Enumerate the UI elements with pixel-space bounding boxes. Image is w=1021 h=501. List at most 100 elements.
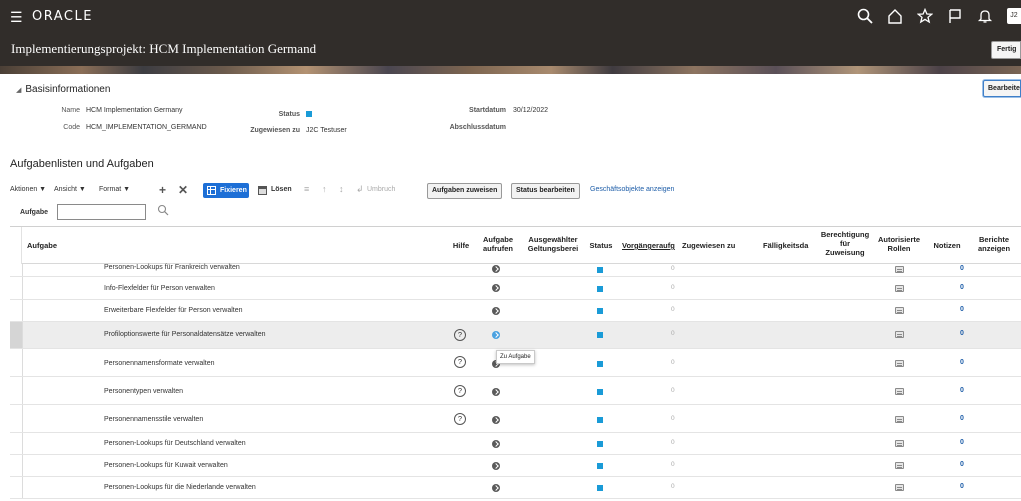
edit-status-button[interactable]: Status bearbeiten xyxy=(511,183,580,199)
notes-count[interactable]: 0 xyxy=(960,415,964,422)
go-to-task-icon[interactable] xyxy=(492,484,500,492)
col-predecessor[interactable]: Vorgängeraufg xyxy=(622,241,680,250)
table-row[interactable]: Personen-Lookups für Deutschland verwalt… xyxy=(10,433,1021,455)
user-avatar[interactable]: J2 xyxy=(1007,8,1021,24)
col-roles[interactable]: Autorisierte Rollen xyxy=(872,235,926,253)
bell-icon[interactable] xyxy=(977,8,993,24)
help-icon[interactable]: ? xyxy=(454,385,466,397)
detach-button[interactable]: Lösen xyxy=(271,186,292,193)
oracle-logo[interactable]: ORACLE xyxy=(32,9,93,24)
roles-icon[interactable] xyxy=(895,331,904,338)
notes-count[interactable]: 0 xyxy=(960,306,964,313)
task-name[interactable]: Personentypen verwalten xyxy=(104,388,183,395)
basic-info-heading[interactable]: ◢ Basisinformationen xyxy=(16,84,110,95)
roles-icon[interactable] xyxy=(895,360,904,367)
table-row[interactable]: Erweiterbare Flexfelder für Person verwa… xyxy=(10,300,1021,322)
go-to-task-icon[interactable] xyxy=(492,307,500,315)
collapse-triangle-icon[interactable]: ◢ xyxy=(16,87,21,94)
roles-icon[interactable] xyxy=(895,307,904,314)
task-name[interactable]: Info-Flexfelder für Person verwalten xyxy=(104,285,215,292)
go-to-task-icon[interactable] xyxy=(492,440,500,448)
roles-icon[interactable] xyxy=(895,388,904,395)
row-selector[interactable] xyxy=(10,322,23,348)
col-status[interactable]: Status xyxy=(584,241,618,250)
notes-count[interactable]: 0 xyxy=(960,461,964,468)
freeze-col-icon[interactable]: ≡ xyxy=(304,184,309,194)
notes-count[interactable]: 0 xyxy=(960,439,964,446)
table-row[interactable]: Personen-Lookups für die Niederlande ver… xyxy=(10,477,1021,499)
flag-icon[interactable] xyxy=(947,8,963,24)
task-name[interactable]: Profiloptionswerte für Personaldatensätz… xyxy=(104,331,265,338)
notes-count[interactable]: 0 xyxy=(960,387,964,394)
roles-icon[interactable] xyxy=(895,484,904,491)
row-selector[interactable] xyxy=(10,264,23,276)
col-go-task[interactable]: Aufgabe aufrufen xyxy=(478,235,518,253)
table-row-selected[interactable]: Profiloptionswerte für Personaldatensätz… xyxy=(10,322,1021,349)
task-name[interactable]: Personen-Lookups für Kuwait verwalten xyxy=(104,462,228,469)
table-row[interactable]: Info-Flexfelder für Person verwalten 0 0 xyxy=(10,277,1021,300)
sort-icon[interactable]: ↑ xyxy=(322,184,327,194)
go-to-task-icon[interactable] xyxy=(492,331,500,339)
row-selector[interactable] xyxy=(10,377,23,404)
wrap-icon[interactable]: ↲ xyxy=(356,184,364,195)
task-name[interactable]: Personennamensstile verwalten xyxy=(104,416,203,423)
star-icon[interactable] xyxy=(917,8,933,24)
col-scope[interactable]: Ausgewählter Geltungsberei xyxy=(524,235,582,253)
go-to-task-icon[interactable] xyxy=(492,265,500,273)
roles-icon[interactable] xyxy=(895,266,904,273)
search-icon[interactable] xyxy=(157,204,169,216)
notes-count[interactable]: 0 xyxy=(960,483,964,490)
go-to-task-icon[interactable] xyxy=(492,416,500,424)
col-reports[interactable]: Berichte anzeigen xyxy=(972,235,1016,253)
expand-icon[interactable]: ↕ xyxy=(339,184,344,194)
row-selector[interactable] xyxy=(10,349,23,376)
home-icon[interactable] xyxy=(887,8,903,24)
table-row[interactable]: Personen-Lookups für Frankreich verwalte… xyxy=(10,264,1021,277)
table-row[interactable]: Personennamensstile verwalten ? 0 0 xyxy=(10,405,1021,433)
view-menu[interactable]: Ansicht ▼ xyxy=(54,186,86,193)
notes-count[interactable]: 0 xyxy=(960,265,964,272)
col-notes[interactable]: Notizen xyxy=(928,241,966,250)
row-selector[interactable] xyxy=(10,455,23,476)
row-selector[interactable] xyxy=(10,300,23,321)
detach-icon[interactable] xyxy=(258,186,267,195)
notes-count[interactable]: 0 xyxy=(960,359,964,366)
add-icon[interactable]: + xyxy=(159,183,166,197)
row-selector[interactable] xyxy=(10,433,23,454)
col-task[interactable]: Aufgabe xyxy=(27,241,57,250)
wrap-button[interactable]: Umbruch xyxy=(367,186,395,193)
notes-count[interactable]: 0 xyxy=(960,284,964,291)
row-selector[interactable] xyxy=(10,277,23,299)
help-icon[interactable]: ? xyxy=(454,356,466,368)
col-due[interactable]: Fälligkeitsda xyxy=(763,241,819,250)
help-icon[interactable]: ? xyxy=(454,413,466,425)
col-permission[interactable]: Berechtigung für Zuweisung xyxy=(816,230,874,257)
task-name[interactable]: Personennamensformate verwalten xyxy=(104,360,215,367)
row-selector[interactable] xyxy=(10,405,23,432)
table-row[interactable]: Personen-Lookups für Kuwait verwalten 0 … xyxy=(10,455,1021,477)
freeze-button[interactable]: Fixieren xyxy=(203,183,249,198)
task-name[interactable]: Personen-Lookups für die Niederlande ver… xyxy=(104,484,256,491)
col-assigned[interactable]: Zugewiesen zu xyxy=(682,241,735,250)
business-objects-link[interactable]: Geschäftsobjekte anzeigen xyxy=(590,186,674,193)
col-help[interactable]: Hilfe xyxy=(450,241,472,250)
task-name[interactable]: Personen-Lookups für Frankreich verwalte… xyxy=(104,264,240,271)
row-selector[interactable] xyxy=(10,477,23,498)
go-to-task-icon[interactable] xyxy=(492,284,500,292)
task-name[interactable]: Erweiterbare Flexfelder für Person verwa… xyxy=(104,307,243,314)
actions-menu[interactable]: Aktionen ▼ xyxy=(10,186,46,193)
task-filter-input[interactable] xyxy=(57,204,146,220)
roles-icon[interactable] xyxy=(895,416,904,423)
help-icon[interactable]: ? xyxy=(454,329,466,341)
roles-icon[interactable] xyxy=(895,440,904,447)
assign-tasks-button[interactable]: Aufgaben zuweisen xyxy=(427,183,503,199)
table-row[interactable]: Personentypen verwalten ? 0 0 xyxy=(10,377,1021,405)
roles-icon[interactable] xyxy=(895,285,904,292)
hamburger-icon[interactable]: ☰ xyxy=(10,10,24,24)
go-to-task-icon[interactable] xyxy=(492,388,500,396)
edit-button[interactable]: Bearbeite xyxy=(983,80,1021,97)
notes-count[interactable]: 0 xyxy=(960,330,964,337)
format-menu[interactable]: Format ▼ xyxy=(99,186,130,193)
go-to-task-icon[interactable] xyxy=(492,462,500,470)
done-button[interactable]: Fertig xyxy=(991,41,1021,59)
